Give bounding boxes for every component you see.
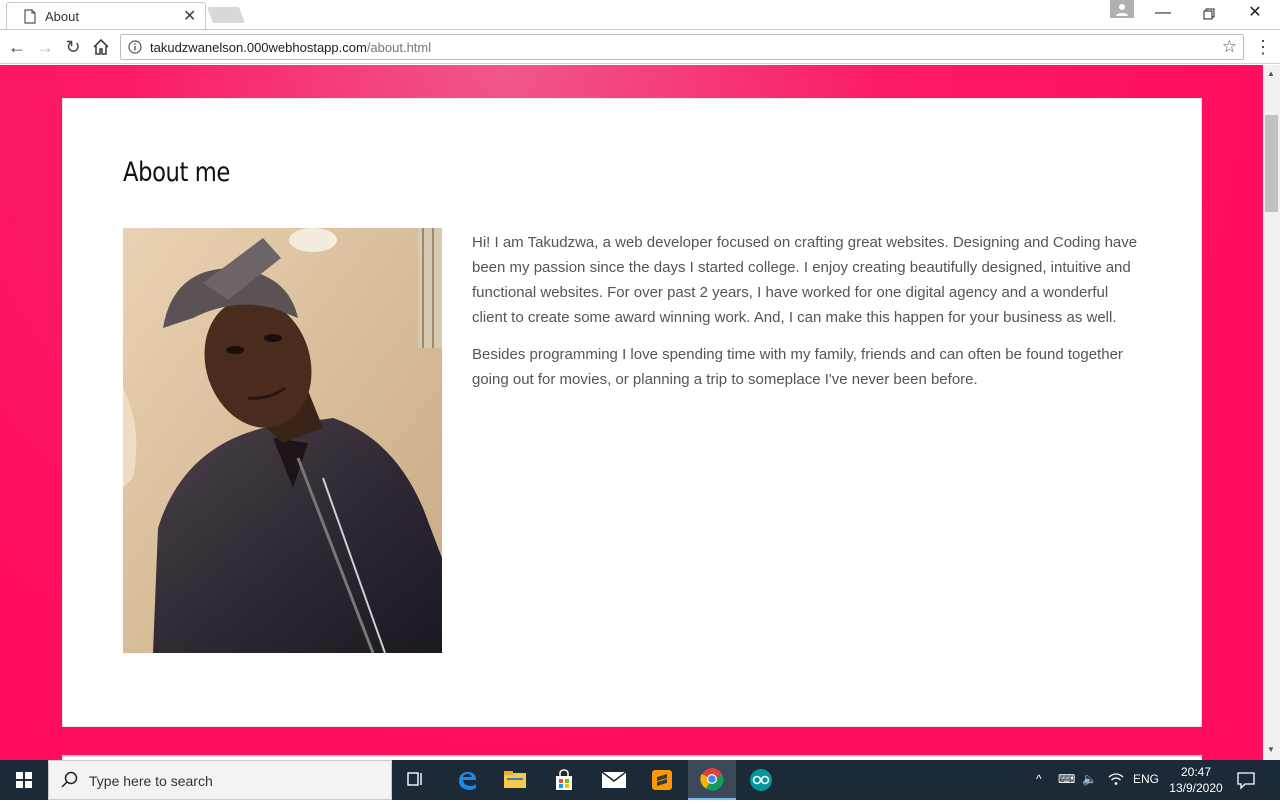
clock-time: 20:47 [1180, 765, 1212, 779]
scroll-down-icon[interactable]: ▼ [1267, 745, 1275, 754]
bookmark-star-icon[interactable]: ☆ [1222, 37, 1237, 57]
language-indicator[interactable]: ENG [1133, 772, 1159, 786]
task-view-icon[interactable] [392, 760, 440, 800]
info-icon[interactable] [128, 40, 142, 59]
about-card: About me Hi! I am Takudzwa, a web develo… [62, 98, 1202, 727]
new-tab-button[interactable] [207, 7, 245, 23]
arduino-icon[interactable] [737, 760, 785, 800]
file-explorer-icon[interactable] [491, 760, 539, 800]
page-title: About me [123, 157, 230, 188]
mail-icon[interactable] [590, 760, 638, 800]
url-text: takudzwanelson.000webhostapp.com/about.h… [150, 40, 431, 55]
input-indicator-icon[interactable]: ⌨ [1058, 772, 1075, 786]
profile-photo [123, 228, 442, 653]
page-icon [24, 9, 36, 29]
restore-button[interactable] [1186, 2, 1232, 26]
search-placeholder: Type here to search [89, 773, 213, 789]
chrome-icon[interactable] [688, 760, 736, 800]
profile-icon[interactable] [1110, 0, 1134, 18]
taskbar-clock[interactable]: 20:47 13/9/2020 [1162, 764, 1230, 796]
back-arrow-icon[interactable]: ← [6, 36, 28, 58]
volume-icon[interactable]: 🔈 [1082, 772, 1097, 786]
clock-date: 13/9/2020 [1169, 781, 1223, 795]
home-icon[interactable] [90, 36, 112, 58]
windows-start-icon[interactable] [0, 760, 48, 800]
windows-taskbar: Type here to search ^ ⌨ 🔈 ENG 20:47 13/9… [0, 760, 1280, 800]
page-viewport: About me Hi! I am Takudzwa, a web develo… [0, 65, 1263, 760]
close-window-button[interactable]: ✕ [1232, 2, 1278, 26]
scrollbar-thumb[interactable] [1265, 115, 1278, 212]
minimize-button[interactable]: — [1140, 2, 1186, 26]
tab-title: About [45, 9, 79, 24]
forward-arrow-icon[interactable]: → [34, 36, 56, 58]
show-hidden-icons-icon[interactable]: ^ [1036, 772, 1042, 786]
page-scrollbar[interactable]: ▲ ▼ [1263, 65, 1280, 760]
bio-paragraph: Hi! I am Takudzwa, a web developer focus… [472, 234, 1138, 326]
reload-icon[interactable]: ↻ [62, 36, 84, 58]
bio-text: Hi! I am Takudzwa, a web developer focus… [472, 230, 1142, 404]
sublime-text-icon[interactable] [638, 760, 686, 800]
url-path: /about.html [366, 40, 432, 55]
menu-kebab-icon[interactable]: ⋮ [1254, 36, 1272, 58]
store-icon[interactable] [540, 760, 588, 800]
notification-icon[interactable] [1236, 770, 1256, 795]
edge-icon[interactable] [443, 760, 491, 800]
wifi-icon[interactable] [1108, 772, 1124, 789]
bio-paragraph: Besides programming I love spending time… [472, 346, 1123, 388]
scroll-up-icon[interactable]: ▲ [1267, 69, 1275, 78]
address-bar[interactable]: takudzwanelson.000webhostapp.com/about.h… [120, 34, 1244, 60]
browser-toolbar: ← → ↻ takudzwanelson.000webhostapp.com/a… [0, 30, 1280, 64]
tab-about[interactable]: About ✕ [6, 2, 206, 30]
url-host: takudzwanelson.000webhostapp.com [150, 40, 367, 55]
tab-strip: About ✕ — ✕ [0, 0, 1280, 30]
tab-close-icon[interactable]: ✕ [183, 6, 196, 26]
taskbar-search-box[interactable]: Type here to search [48, 760, 392, 800]
search-icon [61, 771, 79, 794]
